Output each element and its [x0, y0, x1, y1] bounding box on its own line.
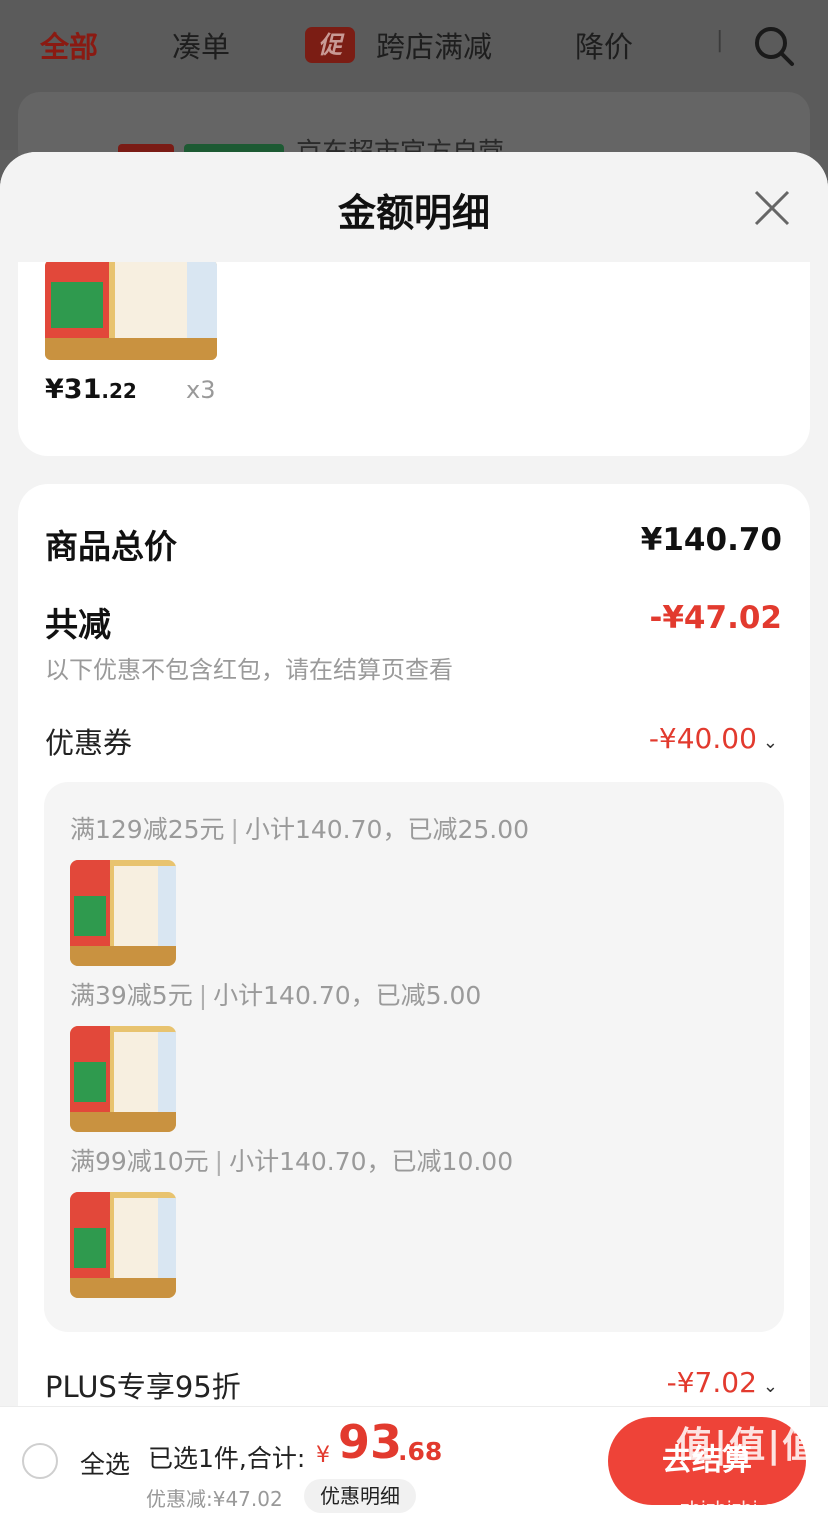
coupon-value-toggle[interactable]: -¥40.00 ⌄: [649, 722, 778, 755]
watermark-url: zhizhizhi.com: [680, 1498, 802, 1519]
total-amount-decimal: .68: [398, 1437, 443, 1466]
total-amount-integer: 93: [338, 1415, 403, 1469]
search-icon[interactable]: [752, 24, 796, 68]
coupon-detail-list: 满129减25元 | 小计140.70，已减25.00 满39减5元 | 小计140.7…: [44, 782, 784, 1332]
amount-detail-sheet: 金额明细 ¥31.22 x3 商品总价 ¥140.70 共减 -¥47.02 以…: [0, 152, 828, 1530]
coupon-product-image[interactable]: [70, 860, 176, 966]
tab-cross-store[interactable]: 跨店满减: [376, 24, 492, 66]
total-reduce-label: 共减: [45, 605, 111, 644]
total-currency: ¥: [316, 1443, 330, 1468]
promo-badge: 促: [305, 27, 355, 63]
total-reduce-value: -¥47.02: [649, 600, 783, 636]
total-price-label: 商品总价: [45, 527, 177, 566]
coupon-rule: 满99减10元 | 小计140.70，已减10.00: [70, 1147, 514, 1176]
tab-bundle[interactable]: 凑单: [172, 24, 230, 66]
product-card: ¥31.22 x3: [18, 242, 810, 456]
product-price: ¥31.22: [45, 374, 137, 405]
chevron-down-icon: ⌄: [762, 732, 778, 753]
plus-discount-label: PLUS专享95折: [45, 1370, 241, 1404]
reduced-amount: 优惠减:¥47.02: [146, 1487, 283, 1511]
select-all-label[interactable]: 全选: [80, 1445, 130, 1481]
watermark-logo: 值|值|值: [676, 1425, 821, 1466]
plus-discount-toggle[interactable]: -¥7.02 ⌄: [667, 1366, 778, 1399]
sheet-header: 金额明细: [0, 152, 828, 262]
discount-note: 以下优惠不包含红包，请在结算页查看: [45, 656, 453, 684]
tab-price-drop[interactable]: 降价: [575, 24, 633, 66]
tab-divider: |: [716, 28, 724, 53]
total-price-value: ¥140.70: [640, 522, 782, 558]
coupon-label: 优惠券: [45, 726, 133, 760]
price-summary-card: 商品总价 ¥140.70 共减 -¥47.02 以下优惠不包含红包，请在结算页查…: [18, 484, 810, 1530]
chevron-down-icon: ⌄: [762, 1376, 778, 1397]
selected-info: 已选1件,合计:: [148, 1444, 306, 1473]
select-all-radio[interactable]: [22, 1443, 58, 1479]
tab-all[interactable]: 全部: [40, 24, 98, 66]
coupon-product-image[interactable]: [70, 1026, 176, 1132]
sheet-title: 金额明细: [337, 191, 490, 235]
coupon-rule: 满39减5元 | 小计140.70，已减5.00: [70, 981, 482, 1010]
close-icon[interactable]: [752, 188, 792, 228]
product-image[interactable]: [45, 260, 217, 360]
coupon-product-image[interactable]: [70, 1192, 176, 1298]
product-quantity: x3: [186, 376, 216, 404]
discount-detail-button[interactable]: 优惠明细: [304, 1479, 416, 1513]
coupon-rule: 满129减25元 | 小计140.70，已减25.00: [70, 815, 530, 844]
